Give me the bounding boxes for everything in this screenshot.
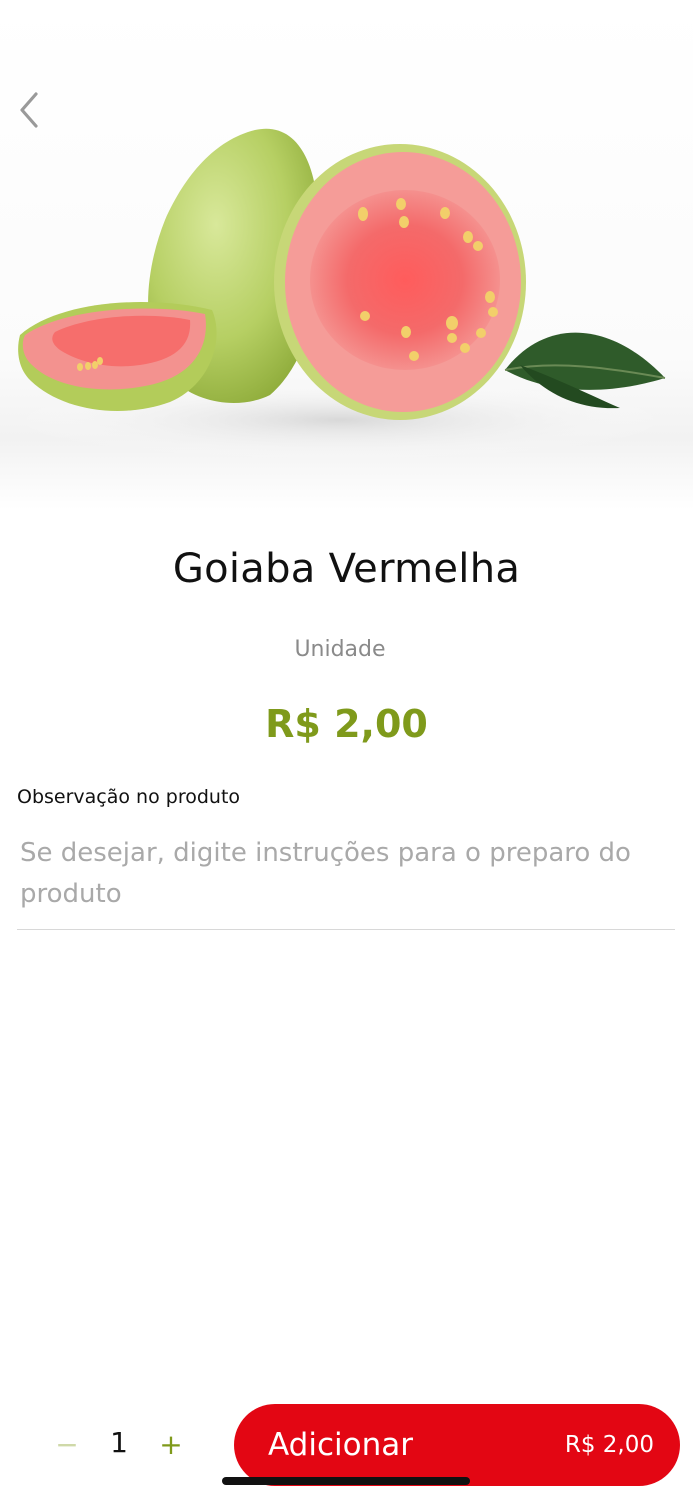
add-button-price: R$ 2,00	[564, 1432, 654, 1458]
product-image	[0, 0, 693, 510]
decrease-quantity-button[interactable]: −	[52, 1424, 82, 1464]
guava-illustration	[10, 128, 670, 460]
home-indicator	[222, 1477, 470, 1485]
add-to-cart-button[interactable]: Adicionar R$ 2,00	[234, 1404, 680, 1486]
product-title: Goiaba Vermelha	[172, 546, 521, 592]
product-price: R$ 2,00	[265, 702, 428, 746]
quantity-value: 1	[110, 1426, 128, 1459]
add-button-label: Adicionar	[268, 1427, 413, 1463]
observation-label: Observação no produto	[17, 786, 241, 808]
back-button[interactable]	[8, 88, 48, 132]
observation-input[interactable]	[17, 830, 675, 930]
increase-quantity-button[interactable]: +	[156, 1424, 186, 1464]
unit-label: Unidade	[294, 637, 386, 662]
chevron-left-icon	[18, 90, 40, 130]
